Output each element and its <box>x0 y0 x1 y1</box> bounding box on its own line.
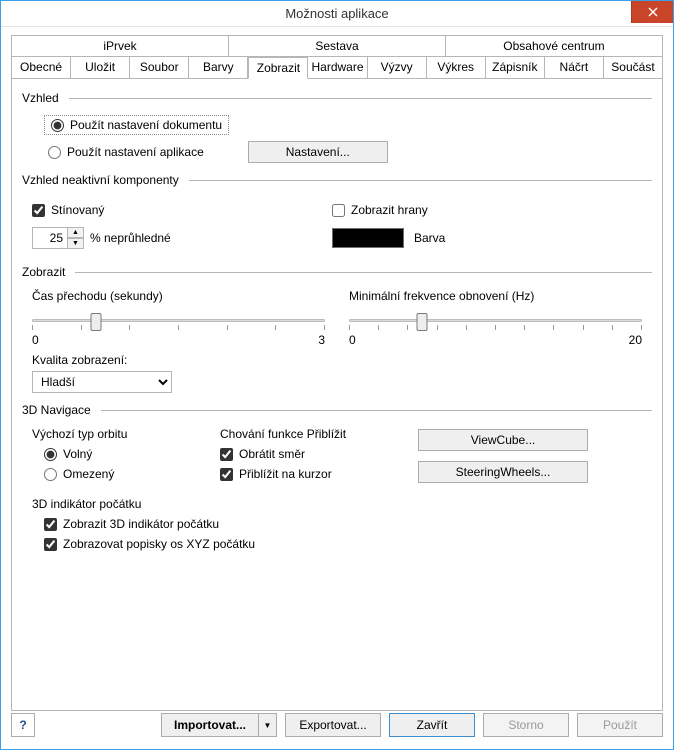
divider <box>75 272 652 273</box>
tab-row-2: Obecné Uložit Soubor Barvy Zobrazit Hard… <box>12 57 662 78</box>
label-use-document-settings: Použít nastavení dokumentu <box>70 118 222 132</box>
label-reverse-direction: Obrátit směr <box>239 447 305 461</box>
help-button[interactable]: ? <box>11 713 35 737</box>
fps-max: 20 <box>629 333 642 347</box>
close-dialog-button[interactable]: Zavřít <box>389 713 475 737</box>
radio-use-document-settings[interactable] <box>51 119 64 132</box>
fps-slider[interactable] <box>349 309 642 331</box>
label-show-origin-indicator: Zobrazit 3D indikátor počátku <box>63 517 219 531</box>
tab-zobrazit[interactable]: Zobrazit <box>248 57 308 79</box>
tab-strip: iPrvek Sestava Obsahové centrum Obecné U… <box>11 35 663 79</box>
color-label: Barva <box>414 231 445 245</box>
content-area: iPrvek Sestava Obsahové centrum Obecné U… <box>1 27 673 711</box>
tab-soubor[interactable]: Soubor <box>130 57 189 78</box>
application-options-window: Možnosti aplikace iPrvek Sestava Obsahov… <box>0 0 674 750</box>
radio-orbit-constrained[interactable] <box>44 468 57 481</box>
opacity-label: % neprůhledné <box>90 231 171 245</box>
transition-slider[interactable] <box>32 309 325 331</box>
section-display: Zobrazit <box>22 265 65 279</box>
default-orbit-type-label: Výchozí typ orbitu <box>32 427 192 441</box>
tab-vykres[interactable]: Výkres <box>427 57 486 78</box>
opacity-input[interactable] <box>32 227 68 249</box>
divider <box>101 410 652 411</box>
checkbox-show-edges[interactable] <box>332 204 345 217</box>
zoom-behavior-label: Chování funkce Přiblížit <box>220 427 390 441</box>
section-3d-navigation: 3D Navigace <box>22 403 91 417</box>
divider <box>69 98 652 99</box>
label-zoom-to-cursor: Přiblížit na kurzor <box>239 467 332 481</box>
checkbox-shaded[interactable] <box>32 204 45 217</box>
apply-button: Použít <box>577 713 663 737</box>
dialog-footer: ? Importovat... ▼ Exportovat... Zavřít S… <box>1 711 673 749</box>
divider <box>189 180 652 181</box>
cancel-button: Storno <box>483 713 569 737</box>
transition-slider-thumb[interactable] <box>91 313 102 331</box>
min-fps-label: Minimální frekvence obnovení (Hz) <box>349 289 642 303</box>
tab-obsahove-centrum[interactable]: Obsahové centrum <box>446 36 662 56</box>
import-dropdown[interactable]: ▼ <box>259 713 277 737</box>
fps-min: 0 <box>349 333 356 347</box>
display-quality-label: Kvalita zobrazení: <box>32 353 325 367</box>
label-show-edges: Zobrazit hrany <box>351 203 428 217</box>
chevron-down-icon: ▼ <box>264 721 272 730</box>
opacity-up[interactable]: ▲ <box>68 227 84 238</box>
label-shaded: Stínovaný <box>51 203 104 217</box>
tab-obecne[interactable]: Obecné <box>12 57 71 78</box>
close-icon <box>648 7 658 17</box>
section-inactive-appearance: Vzhled neaktivní komponenty <box>22 173 179 187</box>
viewcube-button[interactable]: ViewCube... <box>418 429 588 451</box>
transition-time-label: Čas přechodu (sekundy) <box>32 289 325 303</box>
tab-row-1: iPrvek Sestava Obsahové centrum <box>12 36 662 57</box>
checkbox-zoom-to-cursor[interactable] <box>220 468 233 481</box>
export-button[interactable]: Exportovat... <box>285 713 381 737</box>
help-icon: ? <box>19 718 26 732</box>
label-orbit-constrained: Omezený <box>63 467 114 481</box>
import-button[interactable]: Importovat... <box>161 713 259 737</box>
checkbox-reverse-direction[interactable] <box>220 448 233 461</box>
label-orbit-free: Volný <box>63 447 92 461</box>
import-split-button: Importovat... ▼ <box>161 713 277 737</box>
radio-use-application-settings[interactable] <box>48 146 61 159</box>
section-appearance: Vzhled <box>22 91 59 105</box>
origin-indicator-label: 3D indikátor počátku <box>32 497 652 511</box>
transition-min: 0 <box>32 333 39 347</box>
opacity-spinner: ▲ ▼ <box>32 227 84 249</box>
title-bar: Možnosti aplikace <box>1 1 673 27</box>
window-title: Možnosti aplikace <box>1 6 673 21</box>
label-use-application-settings: Použít nastavení aplikace <box>67 145 204 159</box>
close-button[interactable] <box>631 1 673 23</box>
settings-button[interactable]: Nastavení... <box>248 141 388 163</box>
tab-soucast[interactable]: Součást <box>604 57 662 78</box>
display-quality-select[interactable]: Hladší <box>32 371 172 393</box>
tab-body: Vzhled Použít nastavení dokumentu Použít… <box>11 79 663 711</box>
tab-zapisnik[interactable]: Zápisník <box>486 57 545 78</box>
steeringwheels-button[interactable]: SteeringWheels... <box>418 461 588 483</box>
tab-ulozit[interactable]: Uložit <box>71 57 130 78</box>
tab-iprvek[interactable]: iPrvek <box>12 36 229 56</box>
checkbox-show-origin-indicator[interactable] <box>44 518 57 531</box>
tab-nacrt[interactable]: Náčrt <box>545 57 604 78</box>
label-show-xyz-labels: Zobrazovat popisky os XYZ počátku <box>63 537 255 551</box>
tab-barvy[interactable]: Barvy <box>189 57 248 78</box>
fps-slider-thumb[interactable] <box>417 313 428 331</box>
transition-max: 3 <box>318 333 325 347</box>
opacity-down[interactable]: ▼ <box>68 238 84 249</box>
tab-vyzvy[interactable]: Výzvy <box>368 57 427 78</box>
color-swatch[interactable] <box>332 228 404 248</box>
radio-orbit-free[interactable] <box>44 448 57 461</box>
checkbox-show-xyz-labels[interactable] <box>44 538 57 551</box>
tab-hardware[interactable]: Hardware <box>308 57 367 78</box>
tab-sestava[interactable]: Sestava <box>229 36 446 56</box>
